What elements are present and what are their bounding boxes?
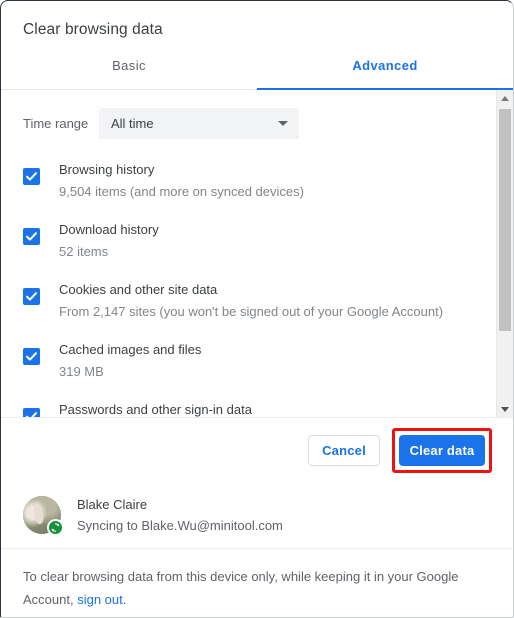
- clear-data-highlight-annotation: Clear data: [392, 427, 492, 473]
- account-name: Blake Claire: [77, 497, 148, 512]
- account-row[interactable]: Blake Claire Syncing to Blake.Wu@minitoo…: [1, 482, 513, 549]
- time-range-value: All time: [111, 116, 154, 131]
- time-range-select[interactable]: All time: [99, 108, 299, 139]
- list-item-text: Browsing history 9,504 items (and more o…: [59, 160, 304, 202]
- checkbox-download-history[interactable]: [23, 228, 40, 245]
- time-range-label: Time range: [23, 116, 89, 131]
- tab-basic[interactable]: Basic: [1, 52, 257, 89]
- list-item[interactable]: Cookies and other site data From 2,147 s…: [1, 271, 497, 331]
- dialog-title: Clear browsing data: [23, 21, 163, 38]
- list-item-title: Passwords and other sign-in data: [59, 402, 252, 417]
- checkbox-cached-images[interactable]: [23, 348, 40, 365]
- list-item-title: Browsing history: [59, 162, 155, 177]
- settings-scroll-content: Time range All time Browsing history 9,5…: [1, 90, 497, 417]
- checkbox-passwords[interactable]: [23, 408, 40, 417]
- list-item[interactable]: Download history 52 items: [1, 211, 497, 271]
- scroll-up-button[interactable]: [497, 90, 513, 106]
- list-item-subtitle: 9,504 items (and more on synced devices): [59, 184, 304, 199]
- list-item-title: Cached images and files: [59, 342, 202, 357]
- checkbox-download-history-wrap: [23, 228, 40, 245]
- list-item-text: Passwords and other sign-in data 12 pass…: [59, 400, 443, 417]
- checkbox-passwords-wrap: [23, 408, 40, 417]
- data-type-list: Browsing history 9,504 items (and more o…: [1, 139, 497, 417]
- checkbox-cached-images-wrap: [23, 348, 40, 365]
- clear-data-button[interactable]: Clear data: [399, 434, 485, 466]
- tab-advanced[interactable]: Advanced: [257, 52, 513, 89]
- checkbox-browsing-history[interactable]: [23, 168, 40, 185]
- clear-browsing-data-dialog: Clear browsing data Basic Advanced Time …: [0, 0, 514, 618]
- list-item-text: Cached images and files 319 MB: [59, 340, 201, 382]
- account-text: Blake Claire Syncing to Blake.Wu@minitoo…: [77, 495, 283, 535]
- time-range-row: Time range All time: [1, 90, 497, 139]
- list-item-title: Cookies and other site data: [59, 282, 218, 297]
- scroll-up-arrow-icon: [501, 95, 509, 101]
- list-item[interactable]: Passwords and other sign-in data 12 pass…: [1, 391, 497, 417]
- list-item-text: Cookies and other site data From 2,147 s…: [59, 280, 443, 322]
- scrollbar[interactable]: [496, 90, 513, 417]
- scrollbar-thumb[interactable]: [499, 109, 511, 331]
- cancel-button[interactable]: Cancel: [308, 434, 380, 466]
- list-item-subtitle: 319 MB: [59, 364, 104, 379]
- checkbox-cookies[interactable]: [23, 288, 40, 305]
- scroll-down-button[interactable]: [497, 401, 513, 417]
- dialog-action-bar: Cancel Clear data: [1, 417, 513, 482]
- settings-scroll-area: Time range All time Browsing history 9,5…: [1, 90, 513, 417]
- sync-icon: [47, 519, 64, 536]
- footnote: To clear browsing data from this device …: [1, 549, 513, 611]
- checkbox-cookies-wrap: [23, 288, 40, 305]
- chevron-down-icon: [278, 121, 288, 126]
- scroll-down-arrow-icon: [501, 406, 509, 412]
- footnote-text-after: .: [122, 592, 127, 607]
- list-item-title: Download history: [59, 222, 159, 237]
- list-item-text: Download history 52 items: [59, 220, 159, 262]
- account-sync-status: Syncing to Blake.Wu@minitool.com: [77, 518, 283, 533]
- checkbox-browsing-history-wrap: [23, 168, 40, 185]
- sign-out-link[interactable]: sign out: [77, 592, 123, 607]
- list-item-subtitle: 52 items: [59, 244, 109, 259]
- list-item-subtitle: From 2,147 sites (you won't be signed ou…: [59, 304, 444, 319]
- list-item[interactable]: Cached images and files 319 MB: [1, 331, 497, 391]
- tab-bar: Basic Advanced: [1, 52, 513, 90]
- list-item[interactable]: Browsing history 9,504 items (and more o…: [1, 151, 497, 211]
